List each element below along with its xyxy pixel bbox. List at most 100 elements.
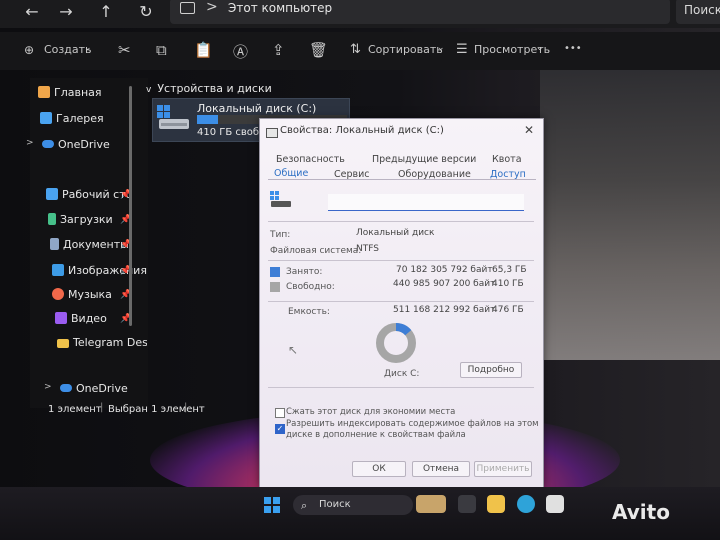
drive-usage-fill — [197, 115, 218, 124]
more-button[interactable]: ••• — [564, 43, 582, 54]
delete-icon[interactable]: 🗑 — [309, 41, 328, 59]
chevron-right-icon[interactable]: > — [26, 138, 34, 156]
drive-free-space: 410 ГБ своб — [197, 127, 260, 138]
ok-button[interactable]: ОК — [352, 461, 406, 477]
sort-icon: ⇅ — [350, 42, 361, 57]
chevron-down-icon: ⌄ — [536, 43, 544, 53]
hard-drive-icon — [270, 191, 291, 207]
sidebar-item-documents[interactable]: Документы — [50, 238, 129, 256]
capacity-gb: 476 ГБ — [492, 305, 524, 315]
video-icon — [55, 312, 67, 324]
status-divider: | — [184, 402, 188, 413]
watermark: Avito — [612, 500, 670, 524]
used-label: Занято: — [286, 267, 323, 277]
refresh-button[interactable]: ↻ — [134, 2, 158, 21]
cloud-icon — [60, 384, 72, 392]
dialog-title: Свойства: Локальный диск (C:) — [280, 125, 444, 136]
drive-name: Локальный диск (C:) — [197, 102, 317, 115]
chevron-right-icon[interactable]: > — [44, 382, 52, 400]
used-bytes: 70 182 305 792 байт — [396, 265, 493, 275]
cut-icon[interactable]: ✂ — [118, 41, 131, 59]
apply-button[interactable]: Применить — [474, 461, 532, 477]
forward-button[interactable]: → — [54, 2, 78, 21]
task-view-icon[interactable] — [458, 495, 476, 513]
sidebar-item-onedrive-2[interactable]: OneDrive — [60, 382, 128, 400]
widget-icon[interactable] — [416, 495, 446, 513]
filesystem-label: Файловая система: — [270, 246, 362, 256]
file-explorer-icon[interactable] — [487, 495, 505, 513]
share-icon[interactable]: ⇪ — [272, 41, 285, 59]
status-divider: | — [100, 402, 104, 413]
details-button[interactable]: Подробно — [460, 362, 522, 378]
music-icon — [52, 288, 64, 300]
tab-general[interactable]: Общие — [274, 168, 308, 179]
gallery-icon — [40, 112, 52, 124]
sidebar-item-home[interactable]: Главная — [38, 86, 102, 104]
view-icon: ☰ — [456, 42, 468, 57]
sidebar-scrollbar[interactable] — [129, 86, 132, 326]
drive-icon — [266, 128, 278, 138]
drive-properties-dialog: Свойства: Локальный диск (C:) ✕ Безопасн… — [259, 118, 544, 488]
up-button[interactable]: ↑ — [94, 2, 118, 21]
documents-icon — [50, 238, 59, 250]
sidebar-item-video[interactable]: Видео — [55, 312, 107, 330]
back-button[interactable]: ← — [20, 2, 44, 21]
chevron-right-icon: > — [206, 0, 218, 15]
close-button[interactable]: ✕ — [524, 123, 534, 137]
used-space-swatch — [270, 267, 280, 277]
filesystem-value: NTFS — [356, 244, 379, 254]
divider — [268, 221, 534, 222]
copy-icon[interactable]: ⧉ — [156, 41, 167, 59]
hard-drive-icon — [157, 105, 189, 129]
pictures-icon — [52, 264, 64, 276]
sidebar-item-gallery[interactable]: Галерея — [40, 112, 104, 130]
tab-previous-versions[interactable]: Предыдущие версии — [372, 154, 476, 165]
index-label-line1: Разрешить индексировать содержимое файло… — [286, 419, 539, 429]
home-icon — [38, 86, 50, 98]
index-checkbox[interactable]: ✓ — [275, 424, 285, 434]
rename-icon[interactable]: Ⓐ — [233, 41, 248, 62]
sidebar-item-onedrive[interactable]: OneDrive — [42, 138, 110, 156]
tab-quota[interactable]: Квота — [492, 154, 522, 165]
start-icon[interactable] — [264, 497, 280, 513]
capacity-label: Емкость: — [288, 307, 330, 317]
computer-icon — [180, 2, 195, 14]
capacity-bytes: 511 168 212 992 байт — [393, 305, 496, 315]
disk-name: Диск C: — [384, 369, 420, 379]
selected-count: Выбран 1 элемент — [108, 404, 205, 415]
address-path: Этот компьютер — [228, 1, 333, 15]
status-bar: 1 элемент | Выбран 1 элемент | — [36, 400, 276, 418]
search-box[interactable]: Поиск в — [676, 0, 720, 24]
devices-group-header[interactable]: v Устройства и диски — [146, 82, 272, 95]
command-bar: ⊕ Создать ⌄ ✂ ⧉ 📋 Ⓐ ⇪ 🗑 ⇅ Сортировать ⌄ … — [0, 32, 720, 70]
chevron-down-icon: ⌄ — [84, 43, 92, 53]
sidebar-item-pictures[interactable]: Изображения — [52, 264, 147, 282]
add-icon: ⊕ — [24, 43, 35, 57]
compress-checkbox[interactable] — [275, 408, 285, 418]
sort-button[interactable]: Сортировать — [368, 43, 443, 56]
cloud-icon — [42, 140, 54, 148]
sidebar-item-downloads[interactable]: Загрузки — [48, 213, 113, 231]
taskbar-search[interactable]: ⌕ Поиск — [293, 495, 413, 515]
disk-usage-donut — [376, 323, 416, 363]
free-bytes: 440 985 907 200 байт — [393, 279, 496, 289]
sidebar-item-music[interactable]: Музыка — [52, 288, 112, 306]
address-bar[interactable]: > Этот компьютер — [170, 0, 670, 24]
chevron-down-icon: v — [146, 85, 152, 95]
cancel-button[interactable]: Отмена — [412, 461, 470, 477]
paste-icon[interactable]: 📋 — [194, 41, 213, 59]
tab-security[interactable]: Безопасность — [276, 154, 345, 165]
folder-icon — [57, 339, 69, 348]
taskbar-search-label: Поиск — [319, 499, 351, 510]
sidebar-item-telegram[interactable]: Telegram Desktop — [57, 336, 147, 354]
free-label: Свободно: — [286, 282, 335, 292]
download-icon — [48, 213, 56, 225]
divider — [268, 387, 534, 388]
search-icon: ⌕ — [301, 499, 308, 512]
drive-label-input[interactable] — [328, 194, 524, 211]
title-bar: ← → ↑ ↻ > Этот компьютер Поиск в — [0, 0, 720, 28]
store-icon[interactable] — [546, 495, 564, 513]
divider — [268, 260, 534, 261]
compress-label: Сжать этот диск для экономии места — [286, 407, 456, 417]
edge-icon[interactable] — [517, 495, 535, 513]
